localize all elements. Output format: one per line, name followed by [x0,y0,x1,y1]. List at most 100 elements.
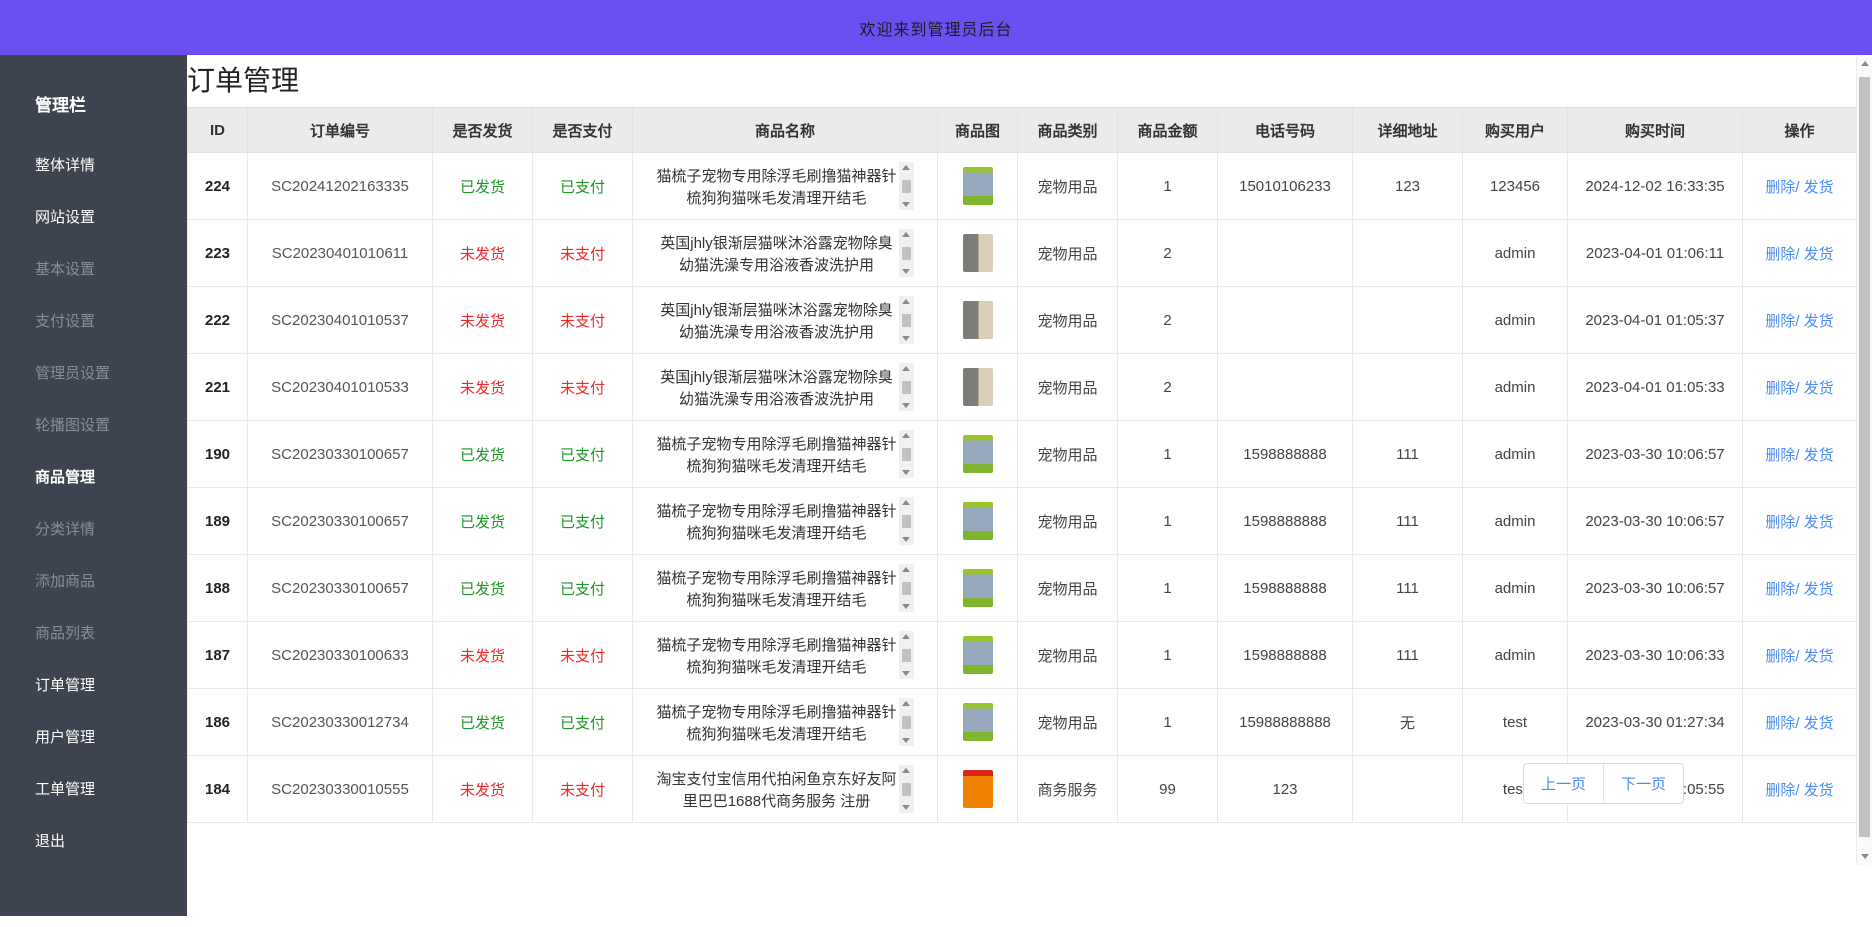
buyer: admin [1463,488,1568,555]
ship-status-cell: 未发货 [433,756,533,823]
phone-number: 1598888888 [1218,488,1353,555]
textarea-scrollbar[interactable] [899,564,914,612]
sidebar-item-7[interactable]: 商品管理 [0,452,187,504]
textarea-scrollbar[interactable] [899,765,914,813]
ship-link[interactable]: 发货 [1804,179,1834,196]
delete-link[interactable]: 删除 [1765,514,1795,531]
prev-page-button[interactable]: 上一页 [1524,764,1603,803]
product-name-cell: 英国jhly银渐层猫咪沐浴露宠物除臭幼猫洗澡专用浴液香波洗护用 [633,354,938,421]
ship-link[interactable]: 发货 [1804,782,1834,799]
delete-link[interactable]: 删除 [1765,179,1795,196]
scroll-up-icon[interactable] [902,634,910,639]
actions-cell: 删除/ 发货 [1743,622,1857,689]
textarea-scrollbar[interactable] [899,162,914,210]
product-category: 宠物用品 [1018,220,1118,287]
textarea-scrollbar[interactable] [899,296,914,344]
sidebar-item-5[interactable]: 管理员设置 [0,348,187,400]
scroll-up-icon[interactable] [902,165,910,170]
sidebar-item-4[interactable]: 支付设置 [0,296,187,348]
scroll-down-icon[interactable] [902,805,910,810]
sidebar-item-10[interactable]: 商品列表 [0,608,187,660]
scroll-up-icon[interactable] [902,433,910,438]
ship-status: 未发货 [460,246,505,263]
scroll-up-icon[interactable] [902,299,910,304]
scroll-down-icon[interactable] [902,403,910,408]
product-name-cell: 英国jhly银渐层猫咪沐浴露宠物除臭幼猫洗澡专用浴液香波洗护用 [633,220,938,287]
sidebar-item-8[interactable]: 分类详情 [0,504,187,556]
scroll-up-icon[interactable] [902,567,910,572]
textarea-scrollbar[interactable] [899,497,914,545]
delete-link[interactable]: 删除 [1765,313,1795,330]
sidebar-item-3[interactable]: 基本设置 [0,244,187,296]
scrollbar-thumb[interactable] [1859,77,1870,837]
product-amount: 2 [1118,354,1218,421]
textarea-scrollbar[interactable] [899,698,914,746]
delete-link[interactable]: 删除 [1765,782,1795,799]
scroll-down-icon[interactable] [902,738,910,743]
ship-link[interactable]: 发货 [1804,380,1834,397]
ship-link[interactable]: 发货 [1804,715,1834,732]
scrollbar-thumb[interactable] [902,716,911,729]
delete-link[interactable]: 删除 [1765,447,1795,464]
scroll-down-icon[interactable] [902,470,910,475]
scroll-up-icon[interactable] [1861,61,1869,66]
scroll-down-icon[interactable] [902,336,910,341]
sidebar-item-1[interactable]: 整体详情 [0,140,187,192]
ship-link[interactable]: 发货 [1804,447,1834,464]
scroll-down-icon[interactable] [902,537,910,542]
delete-link[interactable]: 删除 [1765,380,1795,397]
scroll-up-icon[interactable] [902,500,910,505]
delete-link[interactable]: 删除 [1765,715,1795,732]
ship-link[interactable]: 发货 [1804,581,1834,598]
product-amount: 2 [1118,220,1218,287]
scrollbar-thumb[interactable] [902,381,911,394]
scrollbar-thumb[interactable] [902,314,911,327]
textarea-scrollbar[interactable] [899,229,914,277]
sidebar-item-14[interactable]: 退出 [0,816,187,868]
scrollbar-thumb[interactable] [902,515,911,528]
column-header-4: 是否支付 [533,108,633,153]
actions-cell: 删除/ 发货 [1743,354,1857,421]
scrollbar-thumb[interactable] [902,582,911,595]
delete-link[interactable]: 删除 [1765,581,1795,598]
ship-link[interactable]: 发货 [1804,246,1834,263]
scroll-down-icon[interactable] [1861,854,1869,859]
ship-status: 未发货 [460,648,505,665]
sidebar-item-2[interactable]: 网站设置 [0,192,187,244]
scroll-down-icon[interactable] [902,269,910,274]
delete-link[interactable]: 删除 [1765,648,1795,665]
scroll-up-icon[interactable] [902,768,910,773]
scroll-up-icon[interactable] [902,701,910,706]
scroll-down-icon[interactable] [902,671,910,676]
product-name-box: 猫梳子宠物专用除浮毛刷撸猫神器针梳狗狗猫咪毛发清理开结毛 [633,698,937,746]
scrollbar-thumb[interactable] [902,649,911,662]
sidebar-item-6[interactable]: 轮播图设置 [0,400,187,452]
next-page-button[interactable]: 下一页 [1603,764,1683,803]
scroll-up-icon[interactable] [902,366,910,371]
scroll-down-icon[interactable] [902,202,910,207]
product-name-box: 猫梳子宠物专用除浮毛刷撸猫神器针梳狗狗猫咪毛发清理开结毛 [633,631,937,679]
ship-link[interactable]: 发货 [1804,514,1834,531]
scroll-up-icon[interactable] [902,232,910,237]
scrollbar-thumb[interactable] [902,448,911,461]
scrollbar-thumb[interactable] [902,783,911,796]
address: 111 [1353,421,1463,488]
sidebar-item-12[interactable]: 用户管理 [0,712,187,764]
delete-link[interactable]: 删除 [1765,246,1795,263]
sidebar-item-11[interactable]: 订单管理 [0,660,187,712]
ship-link[interactable]: 发货 [1804,313,1834,330]
textarea-scrollbar[interactable] [899,430,914,478]
pay-status: 未支付 [560,246,605,263]
scrollbar-thumb[interactable] [902,180,911,193]
scroll-down-icon[interactable] [902,604,910,609]
window-scrollbar[interactable] [1856,55,1872,865]
sidebar-item-9[interactable]: 添加商品 [0,556,187,608]
scrollbar-thumb[interactable] [902,247,911,260]
column-header-6: 商品图 [938,108,1018,153]
textarea-scrollbar[interactable] [899,363,914,411]
ship-status-cell: 已发货 [433,555,533,622]
ship-link[interactable]: 发货 [1804,648,1834,665]
sidebar-item-13[interactable]: 工单管理 [0,764,187,816]
textarea-scrollbar[interactable] [899,631,914,679]
phone-number: 1598888888 [1218,555,1353,622]
